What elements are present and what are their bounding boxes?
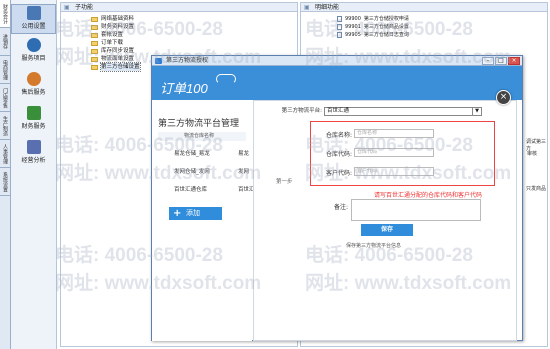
customer-code-label: 客户代码:: [325, 170, 352, 177]
module-tab[interactable]: 人事管理: [0, 140, 10, 168]
cloud-icon: [216, 74, 236, 84]
folder-icon: [91, 24, 98, 30]
dialog-titlebar: 第三方物流授权 – □ ×: [152, 56, 522, 66]
coins-icon: [26, 106, 41, 120]
detail-item[interactable]: 99901 第三方仓储商品设置: [337, 23, 547, 31]
platform-form-card: 第一步 第三方物流平台: 百世汇通 ▼ 仓库名称: 仓库名称 仓库代码: 仓库代…: [253, 100, 517, 341]
warehouse-code-input[interactable]: 仓库代码: [354, 148, 434, 157]
warehouse-list-header: 物流仓库名称: [158, 132, 246, 141]
sidebar-item-common-settings[interactable]: 公用设置: [11, 4, 56, 34]
detail-item[interactable]: 99905 第三方仓储日志查询: [337, 31, 547, 39]
detail-function-list: 99900 第三方仓储授权申请 99901 第三方仓储商品设置 99905 第三方仓储…: [301, 12, 547, 39]
module-tab[interactable]: 门店零售: [0, 84, 10, 112]
app-icon: [155, 58, 162, 64]
add-button[interactable]: + 添加: [169, 207, 222, 220]
window-controls: – □ ×: [482, 57, 520, 65]
detail-item[interactable]: 99900 第三方仓储授权申请: [337, 15, 547, 23]
sidebar-item-label: 经营分析: [21, 157, 46, 164]
sidebar-item-label: 售后服务: [21, 89, 46, 96]
folder-icon: [91, 48, 98, 54]
remark-textarea[interactable]: [351, 199, 481, 221]
module-tab[interactable]: 生产制造: [0, 112, 10, 140]
sidebar-item-label: 公用设置: [21, 23, 46, 30]
document-icon: [337, 16, 342, 22]
warehouse-name-label: 仓库名称:: [325, 132, 352, 139]
tree-item[interactable]: 库存同步设置: [91, 47, 297, 55]
settings-icon: [26, 6, 41, 20]
module-tab[interactable]: 进销存: [0, 28, 10, 56]
sidebar-item-after-sales[interactable]: 售后服务: [11, 72, 56, 102]
sidebar-item-finance[interactable]: 财务服务: [11, 106, 56, 136]
folder-icon: [91, 56, 98, 62]
warehouse-code-label: 仓库代码:: [325, 151, 352, 158]
platform-label: 第三方物流平台:: [281, 108, 322, 114]
customer-code-input[interactable]: 客户代码: [354, 167, 434, 176]
module-tab[interactable]: 系统设置: [0, 168, 10, 196]
third-party-logistics-dialog: 第三方物流授权 – □ × 订单100 第三方物流平台管理 物流仓库名称 易龙仓…: [151, 55, 523, 341]
module-tab-strip: 财务会计 进销存 电商管理 门店零售 生产制造 人事管理 系统设置: [0, 0, 11, 349]
platform-select-value: 百世汇通: [327, 108, 350, 114]
document-icon: [337, 24, 342, 30]
add-button-label: 添加: [186, 209, 200, 217]
warehouse-row[interactable]: 易龙仓储_易龙: [174, 149, 210, 157]
edge-text: 只发商品: [526, 186, 547, 192]
remark-label: 备注:: [333, 204, 348, 211]
brand-logo: 订单100: [160, 81, 208, 96]
chevron-down-icon: ▼: [472, 108, 481, 115]
instruction-hint: 请写百世汇通分配的仓库代码和客户代码: [374, 192, 483, 199]
customer-service-icon: [26, 72, 41, 86]
maximize-button[interactable]: □: [495, 57, 507, 65]
warehouse-row[interactable]: 百世汇通仓库: [174, 185, 207, 193]
dialog-banner: 订单100: [152, 66, 522, 100]
warehouse-row[interactable]: 发网仓储_发网: [174, 167, 210, 175]
folder-icon: [91, 16, 98, 22]
detail-function-title: 明细功能: [301, 3, 547, 12]
dialog-title: 第三方物流授权: [166, 57, 209, 64]
minimize-button[interactable]: –: [482, 57, 494, 65]
tree-item[interactable]: 财务资料设置: [91, 23, 297, 31]
edge-text: 审核: [527, 151, 538, 157]
platform-select[interactable]: 百世汇通 ▼: [324, 107, 482, 116]
module-tab[interactable]: 电商管理: [0, 56, 10, 84]
save-tip: 保存第三方物流平台信息: [346, 243, 402, 249]
plus-icon: +: [173, 208, 182, 219]
close-button[interactable]: ×: [508, 57, 520, 65]
function-sidebar: 公用设置 服务项目 售后服务 财务服务 经营分析: [11, 0, 57, 349]
warehouse-partner: 发网: [238, 169, 250, 175]
sidebar-item-analysis[interactable]: 经营分析: [11, 140, 56, 170]
sub-function-title: 子功能: [61, 3, 297, 12]
step-label: 第一步: [276, 179, 293, 185]
user-icon: [26, 38, 41, 52]
tree-item[interactable]: 套帐设置: [91, 31, 297, 39]
platform-heading: 第三方物流平台管理: [158, 119, 240, 129]
sidebar-item-label: 财务服务: [21, 123, 46, 130]
document-icon: [337, 32, 342, 38]
sidebar-item-label: 服务项目: [21, 55, 46, 62]
chart-icon: [26, 140, 41, 154]
warehouse-partner: 易龙: [238, 151, 250, 157]
save-button[interactable]: 保存: [361, 224, 413, 236]
folder-icon: [91, 40, 98, 46]
tree-item[interactable]: 网络基础资料: [91, 15, 297, 23]
tree-item[interactable]: 订单下载: [91, 39, 297, 47]
sidebar-item-service-items[interactable]: 服务项目: [11, 38, 56, 68]
warehouse-name-input[interactable]: 仓库名称: [354, 129, 434, 138]
close-icon[interactable]: ×: [496, 90, 511, 105]
module-tab[interactable]: 财务会计: [0, 0, 10, 28]
folder-icon: [91, 32, 98, 38]
folder-icon: [91, 64, 98, 70]
